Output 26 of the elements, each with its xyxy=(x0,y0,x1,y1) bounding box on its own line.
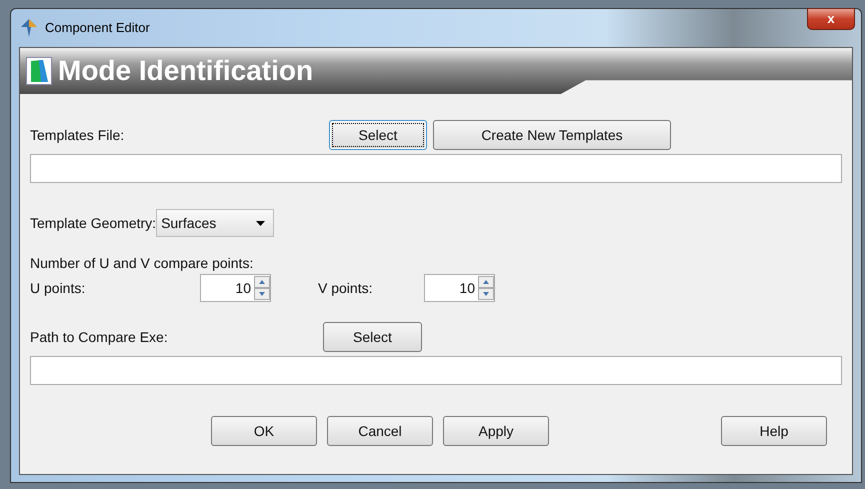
dialog-button[interactable]: Cancel xyxy=(327,416,433,446)
templates-file-field[interactable] xyxy=(30,154,842,183)
dialog-button[interactable]: Apply xyxy=(443,416,549,446)
geometry-dropdown[interactable]: Surfaces xyxy=(156,209,274,237)
create-templates-button[interactable]: Create New Templates xyxy=(433,120,671,150)
spin-arrows-icon xyxy=(478,276,494,300)
number-spinner[interactable]: 10 xyxy=(200,274,271,302)
spinner-label: U points: xyxy=(30,278,86,298)
dialog-button[interactable]: OK xyxy=(211,416,317,446)
field-label: Templates File: xyxy=(30,126,126,145)
window-title: Component Editor xyxy=(45,19,150,38)
select-button[interactable]: Select xyxy=(329,120,427,150)
number-spinner[interactable]: 10 xyxy=(424,274,495,302)
surface-icon xyxy=(26,57,52,85)
section-label: Number of U and V compare points: xyxy=(30,254,254,273)
compare-exe-field[interactable] xyxy=(30,356,842,385)
close-button[interactable]: x xyxy=(807,8,855,30)
field-label: Template Geometry: xyxy=(30,214,156,233)
field-label: Path to Compare Exe: xyxy=(30,328,169,347)
caret-icon xyxy=(256,220,266,226)
header-title: Mode Identification xyxy=(58,57,314,85)
spinner-label: V points: xyxy=(318,278,374,298)
dialog-button[interactable]: Help xyxy=(721,416,827,446)
select-button[interactable]: Select xyxy=(323,322,422,352)
spin-arrows-icon xyxy=(254,276,270,300)
app-icon xyxy=(19,18,39,38)
